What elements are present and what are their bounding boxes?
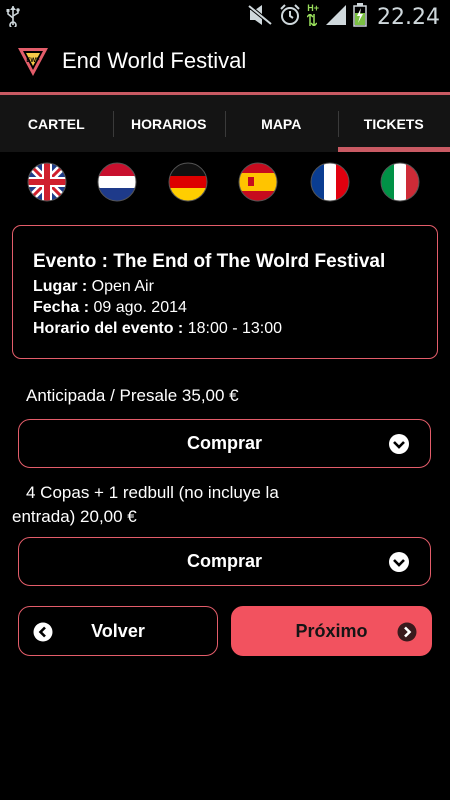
next-button-label: Próximo bbox=[295, 620, 368, 641]
event-info-card: Evento : The End of The Wolrd Festival L… bbox=[12, 225, 438, 359]
event-date: Fecha : 09 ago. 2014 bbox=[33, 297, 437, 318]
app-title: End World Festival bbox=[62, 48, 247, 73]
tab-mapa[interactable]: MAPA bbox=[225, 95, 338, 152]
tab-cartel[interactable]: CARTEL bbox=[0, 95, 113, 152]
action-bar: EWF End World Festival bbox=[0, 32, 450, 92]
language-selector bbox=[0, 160, 450, 204]
alarm-icon bbox=[279, 4, 301, 31]
battery-charging-icon bbox=[353, 3, 367, 32]
event-title: Evento : The End of The Wolrd Festival bbox=[33, 251, 386, 272]
event-location: Lugar : Open Air bbox=[33, 276, 437, 297]
tab-bar: CARTEL HORARIOS MAPA TICKETS bbox=[0, 92, 450, 152]
event-schedule: Horario del evento : 18:00 - 13:00 bbox=[33, 318, 437, 339]
next-button[interactable]: Próximo bbox=[231, 606, 432, 656]
uk-flag-icon[interactable] bbox=[27, 162, 67, 202]
back-button-label: Volver bbox=[91, 620, 145, 641]
back-button[interactable]: Volver bbox=[18, 606, 218, 656]
network-type-indicator: H+ bbox=[306, 3, 320, 31]
tab-label: HORARIOS bbox=[131, 115, 207, 132]
ticket-quantity-dropdown[interactable]: Comprar bbox=[18, 419, 431, 468]
germany-flag-icon[interactable] bbox=[168, 162, 208, 202]
spain-flag-icon[interactable] bbox=[238, 162, 278, 202]
tab-label: TICKETS bbox=[363, 115, 424, 132]
chevron-left-icon bbox=[33, 622, 53, 642]
mute-icon bbox=[247, 4, 273, 31]
ticket-description: Anticipada / Presale 35,00 € bbox=[26, 386, 239, 405]
ticket-description: 4 Copas + 1 redbull (no incluye la entra… bbox=[12, 483, 279, 526]
dropdown-label: Comprar bbox=[186, 551, 262, 571]
chevron-down-icon bbox=[388, 551, 410, 573]
france-flag-icon[interactable] bbox=[310, 162, 350, 202]
usb-icon bbox=[6, 5, 20, 32]
date-value: 09 ago. 2014 bbox=[93, 299, 187, 316]
chevron-right-icon bbox=[397, 622, 417, 642]
status-bar: H+ 22.24 bbox=[0, 0, 450, 32]
italy-flag-icon[interactable] bbox=[380, 162, 420, 202]
dropdown-label: Comprar bbox=[186, 433, 262, 453]
location-value: Open Air bbox=[91, 278, 154, 295]
app-logo-icon[interactable]: EWF bbox=[16, 44, 50, 78]
tab-horarios[interactable]: HORARIOS bbox=[112, 95, 226, 152]
ticket-quantity-dropdown[interactable]: Comprar bbox=[18, 537, 431, 586]
schedule-value: 18:00 - 13:00 bbox=[187, 320, 282, 337]
signal-icon bbox=[325, 4, 347, 31]
schedule-label: Horario del evento : bbox=[33, 320, 184, 337]
clock: 22.24 bbox=[377, 5, 440, 30]
tab-label: CARTEL bbox=[27, 115, 85, 132]
chevron-down-icon bbox=[388, 433, 410, 455]
network-type-label: H+ bbox=[307, 3, 320, 13]
netherlands-flag-icon[interactable] bbox=[97, 162, 137, 202]
tab-tickets[interactable]: TICKETS bbox=[337, 95, 450, 152]
logo-text: EWF bbox=[26, 58, 40, 64]
location-label: Lugar : bbox=[33, 278, 88, 295]
tab-label: MAPA bbox=[261, 115, 302, 132]
date-label: Fecha : bbox=[33, 299, 90, 316]
